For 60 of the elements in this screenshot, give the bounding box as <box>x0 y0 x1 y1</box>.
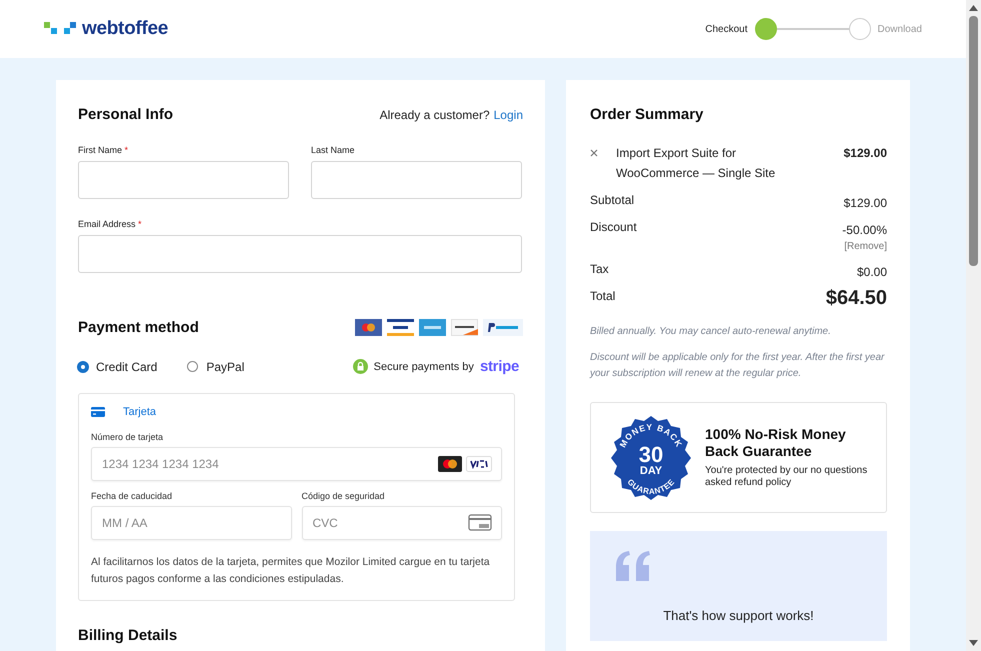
mastercard-logo-icon <box>438 456 462 472</box>
paypal-logo-icon <box>483 319 523 336</box>
input-field[interactable]: 1234 1234 1234 1234 <box>91 447 502 481</box>
remove-icon[interactable] <box>590 149 598 157</box>
card-logo-icon <box>451 319 478 336</box>
login-link[interactable]: Login <box>494 108 523 122</box>
field-label: First Name * <box>78 145 130 155</box>
summary-label: Subtotal <box>590 193 634 209</box>
guarantee-text: You're protected by our no questions asked refund policy <box>705 465 868 489</box>
section-title: Billing Details <box>78 627 178 644</box>
card-logo-icon <box>419 319 446 336</box>
summary-label: Discount <box>590 220 637 236</box>
lock-icon <box>352 359 368 374</box>
billing-note: Billed annually. You may cancel auto-renewal anytime. <box>590 325 832 339</box>
payment-method-radio[interactable]: PayPal <box>187 360 244 374</box>
card-tab[interactable]: Tarjeta <box>123 406 156 418</box>
section-title: Personal Info <box>78 106 174 123</box>
summary-value: $0.00 <box>856 265 887 279</box>
scrollbar-thumb[interactable] <box>969 16 978 266</box>
input-field[interactable] <box>311 161 522 199</box>
logo-wordmark: webtoffee <box>82 18 168 40</box>
product-name: Import Export Suite for WooCommerce — Single Site <box>616 145 776 182</box>
card-notice-text: Al facilitarnos los datos de la tarjeta, permites que Mozilor Limited cargue en tu tarjeta futuros pagos conforme a las condiciones estipuladas. <box>91 555 491 587</box>
guarantee-title: 100% No-Risk Money Back Guarantee <box>705 426 847 460</box>
mastercard-logo-icon <box>355 319 382 336</box>
summary-label: Total <box>590 289 616 305</box>
billing-note: Discount will be applicable only for the first year. After the first year your subscription will renew at the regular price. <box>590 351 886 381</box>
field-label: Código de seguridad <box>302 491 386 501</box>
step-label: Download <box>878 24 922 34</box>
product-price: $129.00 <box>844 145 887 162</box>
input-field[interactable]: MM / AA <box>91 506 292 540</box>
secure-payments-text: Secure payments by <box>374 360 474 372</box>
input-field[interactable] <box>78 161 289 199</box>
step-label: Checkout <box>705 24 748 34</box>
credit-card-icon <box>91 407 105 417</box>
field-label: Fecha de caducidad <box>91 491 174 501</box>
section-title: Payment method <box>78 319 199 336</box>
payment-method-radio[interactable]: Credit Card <box>78 360 158 374</box>
summary-value: $64.50 <box>826 287 887 310</box>
stripe-wordmark: stripe <box>480 358 519 375</box>
scroll-up-icon[interactable] <box>969 5 978 11</box>
input-field[interactable] <box>78 235 522 273</box>
summary-label: Tax <box>590 262 609 278</box>
field-label: Email Address * <box>78 219 143 229</box>
testimonial-text: That's how support works! <box>662 608 815 623</box>
section-title: Order Summary <box>590 106 704 123</box>
field-label: Last Name <box>311 145 356 155</box>
remove-link[interactable]: [Remove] <box>844 241 887 252</box>
field-label: Número de tarjeta <box>91 432 164 442</box>
login-prompt: Already a customer? <box>380 108 490 122</box>
quote-icon <box>614 551 652 581</box>
visa-logo-icon <box>466 456 492 472</box>
card-logo-icon <box>387 319 414 336</box>
summary-value: -50.00% <box>842 223 887 237</box>
summary-value: $129.00 <box>844 196 887 210</box>
logo-icon <box>44 22 76 36</box>
scrollbar[interactable] <box>966 0 981 651</box>
scroll-down-icon[interactable] <box>969 640 978 646</box>
card-cvc-icon <box>468 514 492 532</box>
input-field[interactable]: CVC <box>302 506 502 540</box>
